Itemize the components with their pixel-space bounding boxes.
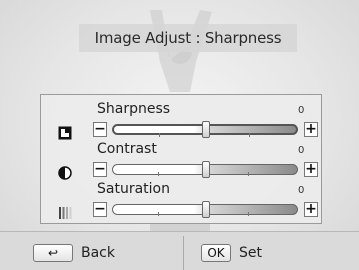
slider-value: 0 — [298, 145, 305, 156]
decrease-button[interactable]: − — [93, 162, 107, 177]
slider-row-saturation: Saturation 0 − + — [41, 181, 323, 221]
increase-button[interactable]: + — [304, 122, 318, 137]
camera-screen: Image Adjust : Sharpness Sharpness 0 − +… — [0, 0, 359, 270]
set-label[interactable]: Set — [239, 244, 262, 262]
increase-button[interactable]: + — [304, 202, 318, 217]
slider-thumb[interactable] — [202, 201, 210, 218]
slider-row-sharpness: Sharpness 0 − + — [41, 101, 323, 141]
bottom-bar: ↩ Back OK Set — [0, 231, 359, 270]
screen-title: Image Adjust : Sharpness — [79, 24, 297, 52]
slider-value: 0 — [298, 105, 305, 116]
slider-label: Saturation — [97, 181, 170, 197]
slider-label: Sharpness — [97, 101, 171, 117]
decrease-button[interactable]: − — [93, 122, 107, 137]
slider-label: Contrast — [97, 141, 157, 157]
adjust-panel: Sharpness 0 − + Contrast 0 − + Saturatio… — [40, 94, 322, 224]
back-label[interactable]: Back — [81, 244, 115, 262]
divider — [183, 236, 184, 270]
sharpness-icon — [58, 126, 72, 140]
slider-thumb[interactable] — [202, 121, 210, 138]
slider-row-contrast: Contrast 0 − + — [41, 141, 323, 181]
saturation-icon — [59, 207, 72, 219]
decrease-button[interactable]: − — [93, 202, 107, 217]
ok-key-icon[interactable]: OK — [201, 244, 231, 262]
increase-button[interactable]: + — [304, 162, 318, 177]
slider-thumb[interactable] — [202, 161, 210, 178]
contrast-icon — [58, 166, 72, 180]
back-key-icon[interactable]: ↩ — [33, 244, 73, 262]
slider-value: 0 — [298, 185, 305, 196]
